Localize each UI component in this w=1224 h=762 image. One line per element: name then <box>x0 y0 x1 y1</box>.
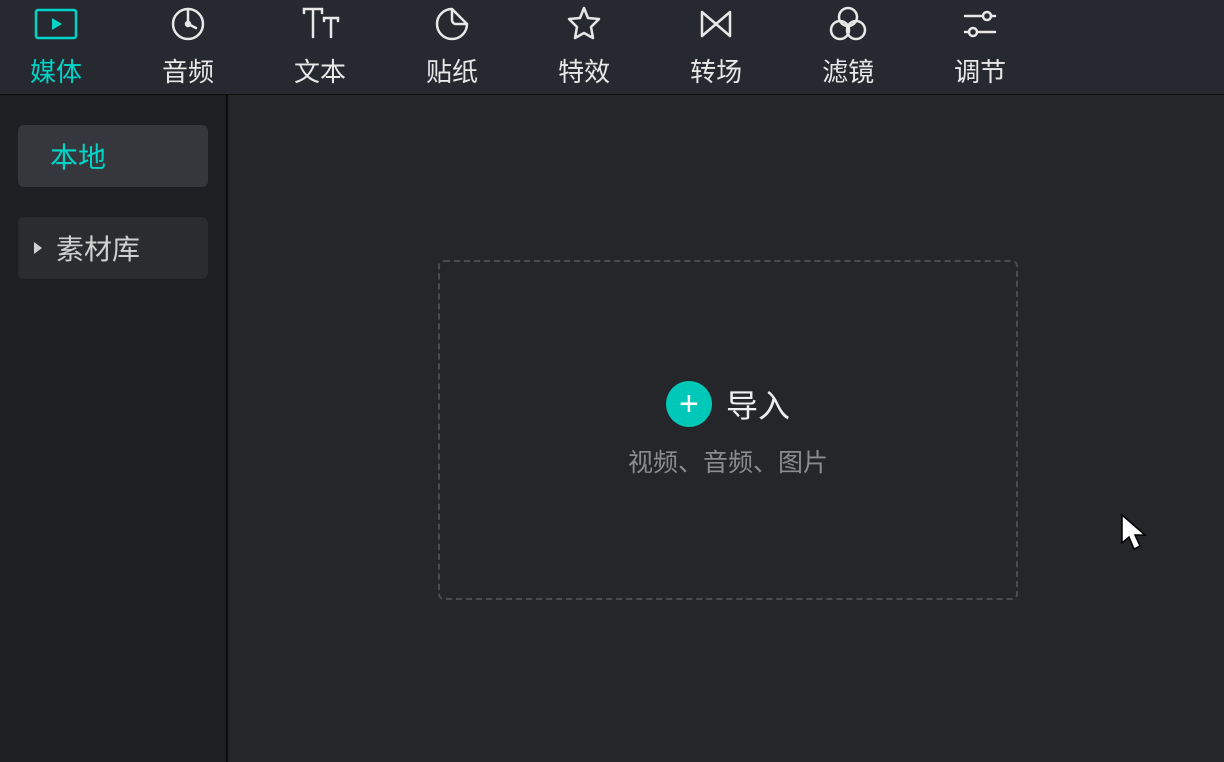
mouse-cursor-icon <box>1120 513 1150 558</box>
toolbar-tab-label: 贴纸 <box>426 52 478 89</box>
dropzone-title: 导入 <box>726 381 790 427</box>
sticker-icon <box>430 6 474 42</box>
sidebar-item-label: 本地 <box>50 136 106 176</box>
filter-icon <box>826 6 870 42</box>
toolbar-tab-transition[interactable]: 转场 <box>690 6 742 89</box>
dropzone-header: + 导入 <box>666 381 790 427</box>
toolbar-tab-label: 特效 <box>558 52 610 89</box>
chevron-right-icon <box>32 240 44 256</box>
plus-icon: + <box>666 381 712 427</box>
toolbar-tab-label: 音频 <box>162 52 214 89</box>
toolbar-tab-sticker[interactable]: 贴纸 <box>426 6 478 89</box>
import-dropzone[interactable]: + 导入 视频、音频、图片 <box>438 260 1018 600</box>
toolbar-tab-media[interactable]: 媒体 <box>30 6 82 89</box>
toolbar-tab-label: 转场 <box>690 52 742 89</box>
toolbar-tab-label: 滤镜 <box>822 52 874 89</box>
toolbar-tab-label: 调节 <box>954 52 1006 89</box>
text-icon <box>298 6 342 42</box>
media-icon <box>34 6 78 42</box>
top-toolbar: 媒体 音频 文本 贴纸 <box>0 0 1224 95</box>
audio-icon <box>166 6 210 42</box>
toolbar-tab-label: 文本 <box>294 52 346 89</box>
toolbar-tab-text[interactable]: 文本 <box>294 6 346 89</box>
main-panel: + 导入 视频、音频、图片 <box>228 95 1224 762</box>
transition-icon <box>694 6 738 42</box>
effects-icon <box>562 6 606 42</box>
dropzone-subtitle: 视频、音频、图片 <box>628 443 828 479</box>
sidebar: 本地 素材库 <box>0 95 228 762</box>
adjust-icon <box>958 6 1002 42</box>
sidebar-item-library[interactable]: 素材库 <box>18 217 208 279</box>
toolbar-tab-adjust[interactable]: 调节 <box>954 6 1006 89</box>
toolbar-tab-label: 媒体 <box>30 52 82 89</box>
sidebar-item-label: 素材库 <box>56 228 140 268</box>
toolbar-tab-filter[interactable]: 滤镜 <box>822 6 874 89</box>
sidebar-item-local[interactable]: 本地 <box>18 125 208 187</box>
toolbar-tab-audio[interactable]: 音频 <box>162 6 214 89</box>
toolbar-tab-effects[interactable]: 特效 <box>558 6 610 89</box>
